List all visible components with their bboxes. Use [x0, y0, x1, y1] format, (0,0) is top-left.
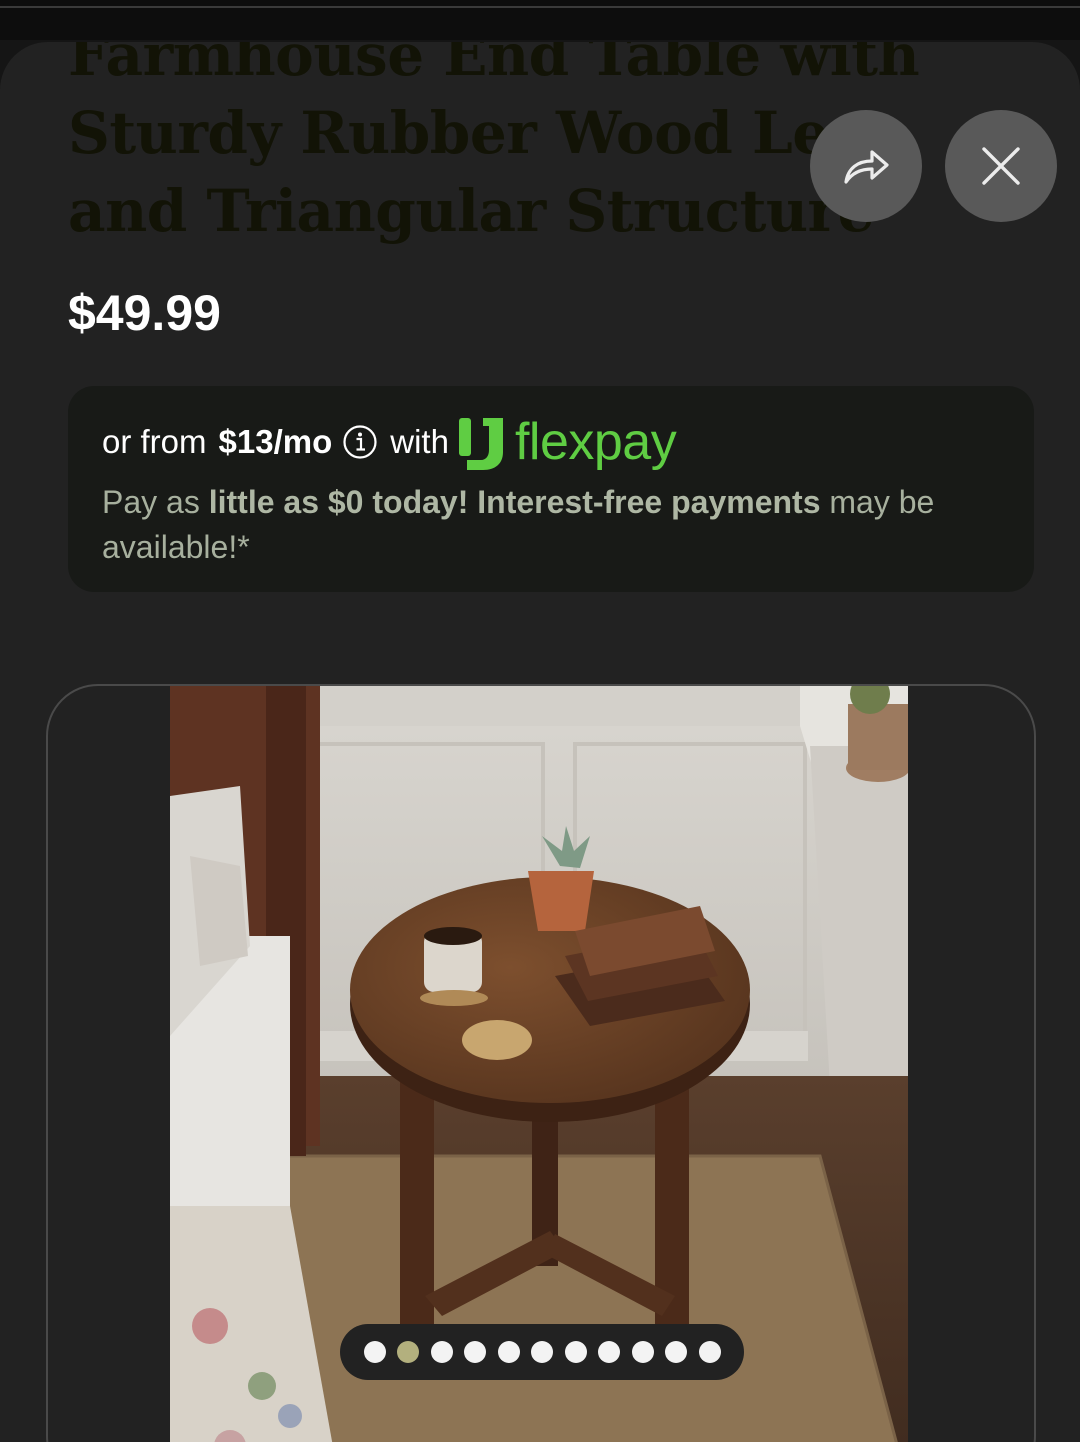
close-x-icon: [982, 147, 1020, 185]
flexpay-card[interactable]: or from $13/mo with flexpay Pay as littl…: [68, 386, 1034, 592]
status-bar: [0, 0, 1080, 40]
gallery-dot[interactable]: [598, 1341, 620, 1363]
flexpay-logo: flexpay: [458, 412, 677, 472]
gallery-dot[interactable]: [464, 1341, 486, 1363]
flexpay-description: Pay as little as $0 today! Interest-free…: [102, 480, 1002, 570]
info-icon[interactable]: [342, 424, 378, 460]
gallery-dot[interactable]: [397, 1341, 419, 1363]
flexpay-with: with: [390, 423, 449, 460]
flexpay-prefix: or from: [102, 423, 207, 460]
gallery-dot[interactable]: [564, 1341, 587, 1363]
desc-highlight: little as $0 today! Interest-free paymen…: [208, 484, 821, 520]
monthly-amount: $13/mo: [218, 423, 333, 460]
product-gallery[interactable]: [46, 684, 1036, 1442]
gallery-dot[interactable]: [631, 1341, 654, 1363]
product-sheet: Farmhouse End Table with Sturdy Rubber W…: [0, 42, 1080, 1442]
share-button[interactable]: [810, 110, 922, 222]
gallery-dot[interactable]: [497, 1341, 520, 1363]
gallery-pagination: [340, 1324, 744, 1380]
product-price: $49.99: [68, 285, 221, 341]
desc-pay-as: Pay as: [102, 484, 200, 520]
top-divider: [0, 6, 1080, 8]
close-button[interactable]: [945, 110, 1057, 222]
gallery-dot[interactable]: [430, 1341, 453, 1363]
share-arrow-icon: [844, 150, 889, 184]
flexpay-mark-icon: [458, 418, 503, 470]
gallery-dot[interactable]: [363, 1341, 386, 1363]
flexpay-summary: or from $13/mo with flexpay: [102, 412, 677, 472]
gallery-dot[interactable]: [665, 1341, 687, 1363]
flexpay-brand: flexpay: [514, 413, 677, 471]
gallery-dot[interactable]: [531, 1341, 553, 1363]
gallery-dot[interactable]: [698, 1341, 721, 1363]
